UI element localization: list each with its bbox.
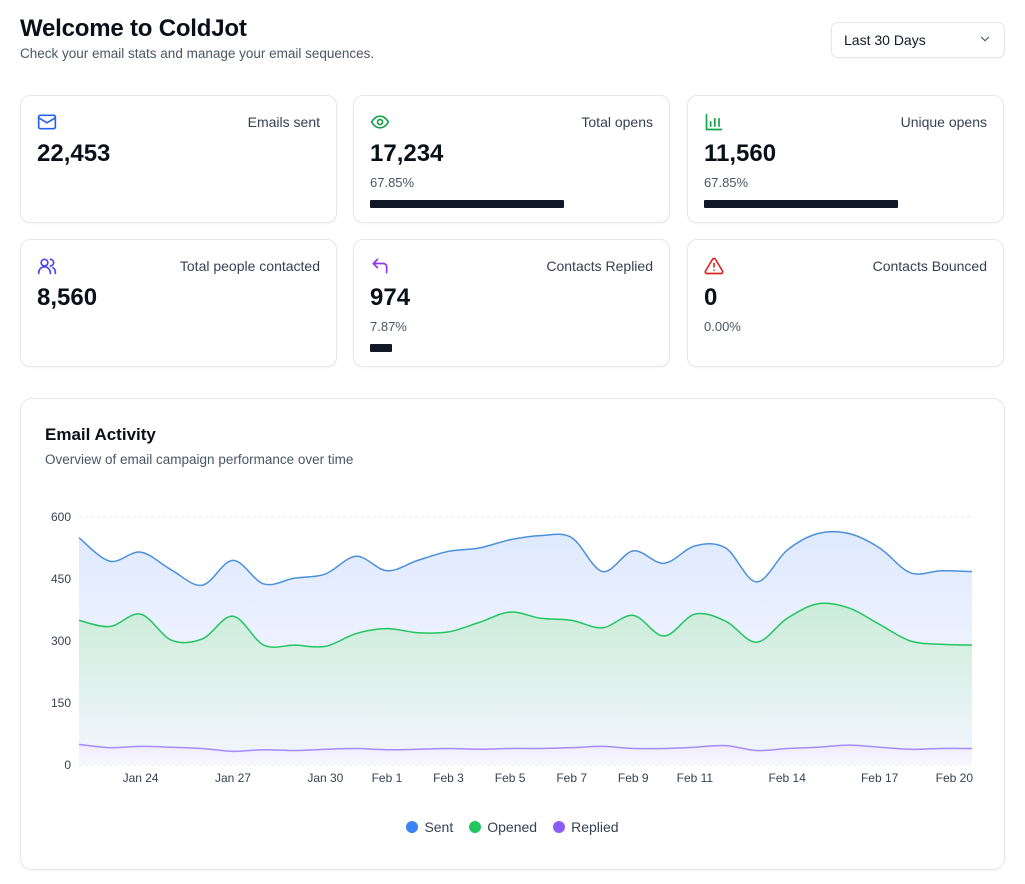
x-tick-label: Feb 14	[769, 771, 807, 785]
stat-card-emails-sent: Emails sent 22,453	[20, 95, 337, 223]
x-tick-label: Feb 1	[372, 771, 403, 785]
x-tick-label: Jan 24	[123, 771, 159, 785]
stat-label: Contacts Replied	[546, 258, 653, 274]
legend-label: Opened	[487, 819, 538, 835]
progress-bar	[370, 200, 655, 208]
date-range-select[interactable]: Last 30 Days	[831, 22, 1005, 58]
stat-label: Total opens	[581, 114, 653, 130]
date-range-value: Last 30 Days	[844, 32, 926, 48]
page-header: Welcome to ColdJot Check your email stat…	[20, 14, 1005, 74]
stat-label: Contacts Bounced	[872, 258, 987, 274]
stat-label: Emails sent	[247, 114, 320, 130]
stat-value: 11,560	[704, 140, 777, 167]
legend-dot	[469, 821, 482, 833]
y-tick-label: 600	[51, 510, 71, 524]
stat-card-people-contacted: Total people contacted 8,560	[20, 239, 337, 367]
progress-bar-fill	[370, 200, 564, 208]
eye-icon	[370, 112, 390, 132]
y-tick-label: 150	[51, 696, 71, 710]
stat-percent: 7.87%	[370, 319, 407, 334]
stat-label: Unique opens	[900, 114, 987, 130]
reply-icon	[370, 256, 390, 276]
x-tick-label: Feb 5	[495, 771, 526, 785]
bar-chart-icon	[704, 112, 724, 132]
alert-triangle-icon	[704, 256, 724, 276]
legend-dot	[406, 821, 419, 833]
x-tick-label: Jan 27	[215, 771, 251, 785]
y-tick-label: 450	[51, 572, 71, 586]
x-tick-label: Feb 9	[618, 771, 649, 785]
x-tick-label: Feb 20	[936, 771, 974, 785]
legend-item-opened[interactable]: Opened	[469, 819, 537, 835]
x-tick-label: Feb 17	[861, 771, 899, 785]
chart-legend: Sent Opened Replied	[21, 819, 1004, 835]
stat-card-total-opens: Total opens 17,234 67.85%	[353, 95, 670, 223]
legend-item-replied[interactable]: Replied	[553, 819, 619, 835]
x-tick-label: Feb 7	[556, 771, 587, 785]
legend-item-sent[interactable]: Sent	[406, 819, 453, 835]
progress-bar-fill	[704, 200, 898, 208]
x-tick-label: Feb 11	[677, 771, 714, 785]
stat-value: 17,234	[370, 140, 444, 167]
stat-value: 0	[704, 284, 718, 311]
y-tick-label: 300	[51, 634, 71, 648]
stat-value: 8,560	[37, 284, 98, 311]
legend-label: Replied	[571, 819, 619, 835]
stat-value: 22,453	[37, 140, 111, 167]
stat-percent: 67.85%	[370, 175, 415, 190]
x-tick-label: Feb 3	[433, 771, 464, 785]
stat-label: Total people contacted	[179, 258, 320, 274]
mail-icon	[37, 112, 57, 132]
stat-percent: 0.00%	[704, 319, 741, 334]
stat-card-unique-opens: Unique opens 11,560 67.85%	[687, 95, 1004, 223]
stat-card-contacts-replied: Contacts Replied 974 7.87%	[353, 239, 670, 367]
stat-percent: 67.85%	[704, 175, 749, 190]
progress-bar	[704, 200, 989, 208]
y-tick-label: 0	[64, 758, 71, 772]
stat-card-contacts-bounced: Contacts Bounced 0 0.00%	[687, 239, 1004, 367]
progress-bar	[370, 344, 655, 352]
progress-bar-fill	[370, 344, 393, 352]
email-activity-chart: 0 150 300 450 600 Jan 24 Jan 27 Jan 30 Feb 1 Feb …	[51, 510, 974, 785]
email-activity-card: Email Activity Overview of email campaig…	[20, 398, 1005, 870]
stat-value: 974	[370, 284, 411, 311]
legend-label: Sent	[424, 819, 454, 835]
users-icon	[37, 256, 57, 276]
legend-dot	[553, 821, 566, 833]
x-tick-label: Jan 30	[307, 771, 343, 785]
chevron-down-icon	[978, 32, 992, 49]
